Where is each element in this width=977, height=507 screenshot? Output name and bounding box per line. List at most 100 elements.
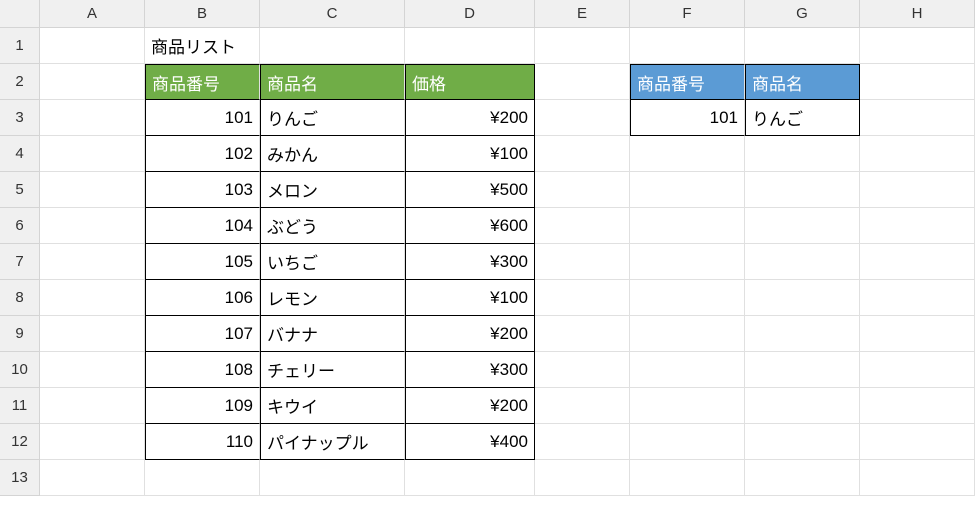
cell-A4[interactable]	[40, 136, 145, 172]
cell-B1[interactable]: 商品リスト	[145, 28, 260, 64]
table-row[interactable]: バナナ	[260, 316, 405, 352]
table-row[interactable]: 108	[145, 352, 260, 388]
cell-B13[interactable]	[145, 460, 260, 496]
row-header-8[interactable]: 8	[0, 280, 40, 316]
cell-G4[interactable]	[745, 136, 860, 172]
row-header-5[interactable]: 5	[0, 172, 40, 208]
cell-E4[interactable]	[535, 136, 630, 172]
cell-G1[interactable]	[745, 28, 860, 64]
col-header-E[interactable]: E	[535, 0, 630, 28]
cell-E12[interactable]	[535, 424, 630, 460]
cell-G7[interactable]	[745, 244, 860, 280]
cell-D1[interactable]	[405, 28, 535, 64]
cell-F8[interactable]	[630, 280, 745, 316]
cell-G5[interactable]	[745, 172, 860, 208]
table-row[interactable]: ¥100	[405, 280, 535, 316]
table-row[interactable]: みかん	[260, 136, 405, 172]
cell-H11[interactable]	[860, 388, 975, 424]
cell-A6[interactable]	[40, 208, 145, 244]
table-row[interactable]: 107	[145, 316, 260, 352]
col-header-D[interactable]: D	[405, 0, 535, 28]
table-row[interactable]: 102	[145, 136, 260, 172]
cell-A9[interactable]	[40, 316, 145, 352]
row-header-13[interactable]: 13	[0, 460, 40, 496]
cell-H7[interactable]	[860, 244, 975, 280]
cell-A11[interactable]	[40, 388, 145, 424]
cell-H4[interactable]	[860, 136, 975, 172]
table-row[interactable]: ¥200	[405, 388, 535, 424]
table-row[interactable]: 101	[145, 100, 260, 136]
col-header-C[interactable]: C	[260, 0, 405, 28]
cell-F1[interactable]	[630, 28, 745, 64]
row-header-10[interactable]: 10	[0, 352, 40, 388]
cell-D13[interactable]	[405, 460, 535, 496]
cell-F12[interactable]	[630, 424, 745, 460]
cell-H5[interactable]	[860, 172, 975, 208]
spreadsheet-grid[interactable]: A B C D E F G H 1 商品リスト 2 商品番号 商品名 価格 商品…	[0, 0, 977, 496]
table-row[interactable]: りんご	[260, 100, 405, 136]
cell-F4[interactable]	[630, 136, 745, 172]
cell-A10[interactable]	[40, 352, 145, 388]
cell-H3[interactable]	[860, 100, 975, 136]
row-header-6[interactable]: 6	[0, 208, 40, 244]
cell-H6[interactable]	[860, 208, 975, 244]
cell-A12[interactable]	[40, 424, 145, 460]
cell-C13[interactable]	[260, 460, 405, 496]
table-row[interactable]: 103	[145, 172, 260, 208]
row-header-4[interactable]: 4	[0, 136, 40, 172]
cell-H1[interactable]	[860, 28, 975, 64]
cell-H9[interactable]	[860, 316, 975, 352]
cell-E3[interactable]	[535, 100, 630, 136]
cell-E1[interactable]	[535, 28, 630, 64]
row-header-2[interactable]: 2	[0, 64, 40, 100]
cell-H8[interactable]	[860, 280, 975, 316]
cell-E2[interactable]	[535, 64, 630, 100]
table-row[interactable]: 104	[145, 208, 260, 244]
table-row[interactable]: 105	[145, 244, 260, 280]
cell-F9[interactable]	[630, 316, 745, 352]
table2-row-name[interactable]: りんご	[745, 100, 860, 136]
cell-E9[interactable]	[535, 316, 630, 352]
row-header-1[interactable]: 1	[0, 28, 40, 64]
row-header-12[interactable]: 12	[0, 424, 40, 460]
cell-G12[interactable]	[745, 424, 860, 460]
row-header-11[interactable]: 11	[0, 388, 40, 424]
table-row[interactable]: ¥100	[405, 136, 535, 172]
table-row[interactable]: ¥500	[405, 172, 535, 208]
col-header-A[interactable]: A	[40, 0, 145, 28]
cell-E6[interactable]	[535, 208, 630, 244]
cell-A5[interactable]	[40, 172, 145, 208]
cell-E10[interactable]	[535, 352, 630, 388]
cell-E5[interactable]	[535, 172, 630, 208]
table-row[interactable]: レモン	[260, 280, 405, 316]
cell-C1[interactable]	[260, 28, 405, 64]
table2-row-id[interactable]: 101	[630, 100, 745, 136]
cell-G6[interactable]	[745, 208, 860, 244]
cell-E8[interactable]	[535, 280, 630, 316]
table-row[interactable]: ¥200	[405, 316, 535, 352]
table2-header-id[interactable]: 商品番号	[630, 64, 745, 100]
table1-header-id[interactable]: 商品番号	[145, 64, 260, 100]
cell-F13[interactable]	[630, 460, 745, 496]
row-header-7[interactable]: 7	[0, 244, 40, 280]
cell-G8[interactable]	[745, 280, 860, 316]
table-row[interactable]: 109	[145, 388, 260, 424]
table-row[interactable]: キウイ	[260, 388, 405, 424]
cell-G9[interactable]	[745, 316, 860, 352]
cell-A1[interactable]	[40, 28, 145, 64]
cell-A3[interactable]	[40, 100, 145, 136]
table-row[interactable]: パイナップル	[260, 424, 405, 460]
col-header-H[interactable]: H	[860, 0, 975, 28]
cell-A8[interactable]	[40, 280, 145, 316]
table-row[interactable]: ¥400	[405, 424, 535, 460]
table1-header-name[interactable]: 商品名	[260, 64, 405, 100]
cell-A2[interactable]	[40, 64, 145, 100]
table2-header-name[interactable]: 商品名	[745, 64, 860, 100]
table1-header-price[interactable]: 価格	[405, 64, 535, 100]
cell-E7[interactable]	[535, 244, 630, 280]
table-row[interactable]: ¥300	[405, 352, 535, 388]
cell-H13[interactable]	[860, 460, 975, 496]
table-row[interactable]: チェリー	[260, 352, 405, 388]
table-row[interactable]: ぶどう	[260, 208, 405, 244]
table-row[interactable]: ¥300	[405, 244, 535, 280]
